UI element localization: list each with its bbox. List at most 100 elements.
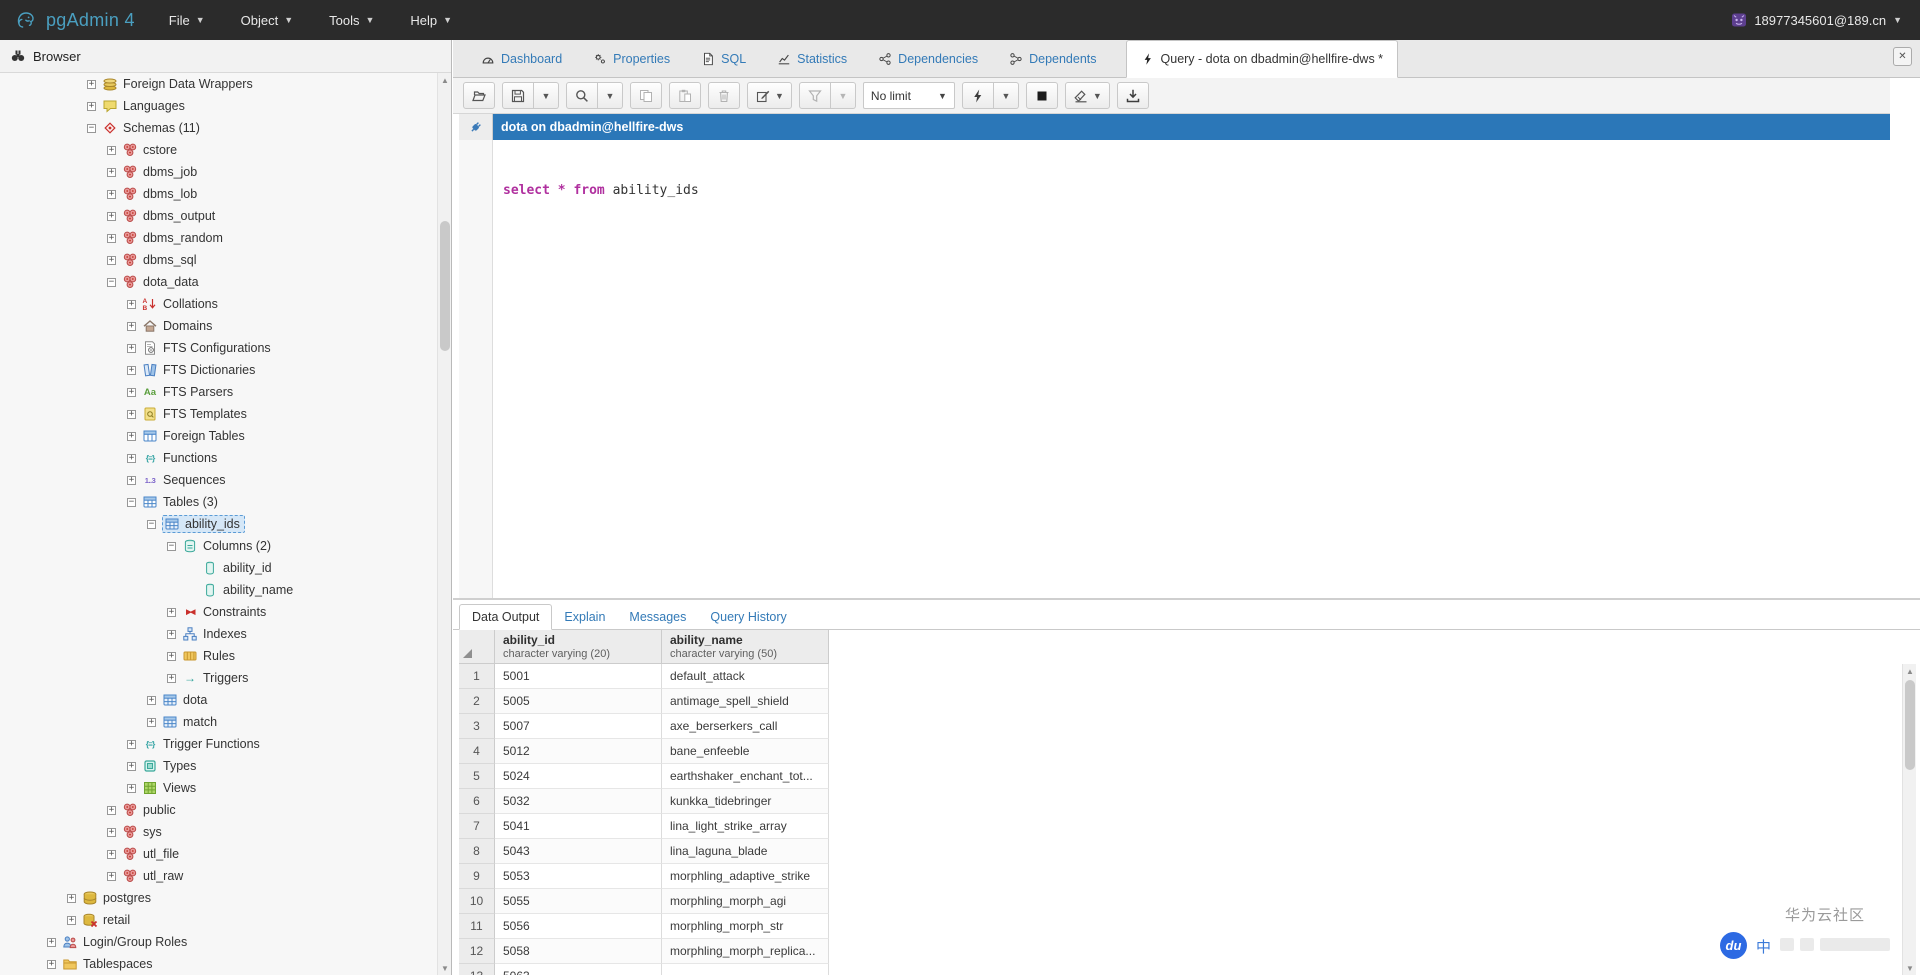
tree-item-sys[interactable]: + sys xyxy=(0,821,437,843)
grid-cell-ability_name[interactable]: lina_laguna_blade xyxy=(662,839,829,864)
expand-toggle-icon[interactable]: + xyxy=(107,827,116,837)
tab-data-output[interactable]: Data Output xyxy=(459,604,553,630)
expand-toggle-icon[interactable]: + xyxy=(107,805,116,815)
scroll-up-arrow[interactable]: ▲ xyxy=(1903,664,1917,678)
tree-item-dbms-lob[interactable]: + dbms_lob xyxy=(0,183,437,205)
expand-toggle-icon[interactable]: + xyxy=(167,629,176,639)
grid-cell-ability_id[interactable]: 5001 xyxy=(495,664,662,689)
tab-query-tool[interactable]: Query - dota on dbadmin@hellfire-dws * xyxy=(1125,40,1399,78)
expand-toggle-icon[interactable]: + xyxy=(127,783,136,793)
expand-toggle-icon[interactable]: + xyxy=(167,651,176,661)
collapse-toggle-icon[interactable]: − xyxy=(107,277,116,287)
expand-toggle-icon[interactable]: + xyxy=(127,321,136,331)
expand-toggle-icon[interactable]: + xyxy=(127,453,136,463)
tree-item-cstore[interactable]: + cstore xyxy=(0,139,437,161)
expand-toggle-icon[interactable]: + xyxy=(107,211,116,221)
expand-toggle-icon[interactable]: + xyxy=(127,299,136,309)
expand-toggle-icon[interactable]: + xyxy=(127,387,136,397)
filter-options-caret[interactable]: ▼ xyxy=(830,82,856,109)
tree-item-trigger-functions[interactable]: + {≡} Trigger Functions xyxy=(0,733,437,755)
expand-toggle-icon[interactable]: + xyxy=(47,937,56,947)
grid-cell-ability_id[interactable]: 5012 xyxy=(495,739,662,764)
expand-toggle-icon[interactable]: + xyxy=(107,145,116,155)
tree-item-postgres[interactable]: + postgres xyxy=(0,887,437,909)
tree-item-foreign-tables[interactable]: + Foreign Tables xyxy=(0,425,437,447)
grid-cell-ability_name[interactable]: default_attack xyxy=(662,664,829,689)
paste-button[interactable] xyxy=(669,82,701,109)
open-file-button[interactable] xyxy=(463,82,495,109)
grid-scrollbar[interactable]: ▲ ▼ xyxy=(1902,664,1916,975)
row-number[interactable]: 2 xyxy=(459,689,495,714)
connection-status-bar[interactable]: dota on dbadmin@hellfire-dws xyxy=(493,114,1890,140)
tree-item-dota-data[interactable]: − dota_data xyxy=(0,271,437,293)
grid-cell-ability_name[interactable]: lina_light_strike_array xyxy=(662,814,829,839)
tree-item-dbms-random[interactable]: + dbms_random xyxy=(0,227,437,249)
collapse-toggle-icon[interactable]: − xyxy=(87,123,96,133)
tree-scrollbar[interactable]: ▲ ▼ xyxy=(437,73,451,975)
expand-toggle-icon[interactable]: + xyxy=(127,343,136,353)
menu-help[interactable]: Help ▼ xyxy=(394,0,468,40)
tree-item-dbms-sql[interactable]: + dbms_sql xyxy=(0,249,437,271)
tab-dependents[interactable]: Dependents xyxy=(1007,40,1098,77)
clear-button[interactable]: ▼ xyxy=(1064,82,1110,109)
tree-item-schemas-11[interactable]: − Schemas (11) xyxy=(0,117,437,139)
tree-item-match[interactable]: + match xyxy=(0,711,437,733)
tab-statistics[interactable]: Statistics xyxy=(775,40,849,77)
expand-toggle-icon[interactable]: + xyxy=(127,365,136,375)
copy-button[interactable] xyxy=(630,82,662,109)
tree-item-domains[interactable]: + Domains xyxy=(0,315,437,337)
tree-item-dota[interactable]: + dota xyxy=(0,689,437,711)
expand-toggle-icon[interactable]: + xyxy=(127,761,136,771)
expand-toggle-icon[interactable]: + xyxy=(127,431,136,441)
tree-item-login-group-roles[interactable]: + Login/Group Roles xyxy=(0,931,437,953)
row-number[interactable]: 4 xyxy=(459,739,495,764)
tree-item-dbms-output[interactable]: + dbms_output xyxy=(0,205,437,227)
tab-explain[interactable]: Explain xyxy=(552,605,617,629)
collapse-toggle-icon[interactable]: − xyxy=(127,497,136,507)
row-limit-select[interactable]: No limit ▼ xyxy=(862,82,955,109)
row-number[interactable]: 9 xyxy=(459,864,495,889)
tab-query-history[interactable]: Query History xyxy=(698,605,798,629)
column-header-ability-name[interactable]: ability_name character varying (50) xyxy=(662,630,829,664)
menu-tools[interactable]: Tools ▼ xyxy=(313,0,390,40)
scrollbar-thumb[interactable] xyxy=(1905,680,1915,770)
menu-object[interactable]: Object ▼ xyxy=(225,0,310,40)
column-header-ability-id[interactable]: ability_id character varying (20) xyxy=(495,630,662,664)
grid-cell-ability_id[interactable]: 5055 xyxy=(495,889,662,914)
expand-toggle-icon[interactable]: + xyxy=(87,101,96,111)
grid-cell-ability_id[interactable]: 5007 xyxy=(495,714,662,739)
execute-options-caret[interactable]: ▼ xyxy=(993,82,1019,109)
scroll-up-arrow[interactable]: ▲ xyxy=(438,73,452,87)
row-number[interactable]: 7 xyxy=(459,814,495,839)
user-menu[interactable]: 18977345601@189.cn ▼ xyxy=(1731,12,1920,28)
expand-toggle-icon[interactable]: + xyxy=(107,167,116,177)
edit-menu-button[interactable]: ▼ xyxy=(747,82,792,109)
tree-item-functions[interactable]: + {≡} Functions xyxy=(0,447,437,469)
grid-cell-ability_name[interactable]: bane_enfeeble xyxy=(662,739,829,764)
scroll-down-arrow[interactable]: ▼ xyxy=(438,961,452,975)
tab-sql[interactable]: SQL xyxy=(699,40,748,77)
find-button[interactable] xyxy=(566,82,598,109)
expand-toggle-icon[interactable]: + xyxy=(107,233,116,243)
grid-cell-ability_name[interactable]: morphling_morph_str xyxy=(662,914,829,939)
tree-item-fts-parsers[interactable]: + Aa FTS Parsers xyxy=(0,381,437,403)
tree-item-dbms-job[interactable]: + dbms_job xyxy=(0,161,437,183)
tree-item-triggers[interactable]: + → Triggers xyxy=(0,667,437,689)
grid-cell-ability_id[interactable]: 5043 xyxy=(495,839,662,864)
grid-cell-ability_name[interactable]: morphling_morph_agi xyxy=(662,889,829,914)
tab-dashboard[interactable]: Dashboard xyxy=(479,40,564,77)
grid-cell-ability_name[interactable]: morphling_morph_replica... xyxy=(662,939,829,964)
select-all-corner[interactable] xyxy=(459,630,495,664)
tree-item-fts-configurations[interactable]: + FTS Configurations xyxy=(0,337,437,359)
expand-toggle-icon[interactable]: + xyxy=(167,673,176,683)
collapse-toggle-icon[interactable]: − xyxy=(167,541,176,551)
grid-cell-ability_name[interactable]: morphling_adaptive_strike xyxy=(662,864,829,889)
grid-cell-ability_id[interactable]: 5032 xyxy=(495,789,662,814)
tree-item-languages[interactable]: + Languages xyxy=(0,95,437,117)
expand-toggle-icon[interactable]: + xyxy=(147,695,156,705)
grid-cell-ability_name[interactable] xyxy=(662,964,829,975)
row-number[interactable]: 3 xyxy=(459,714,495,739)
scroll-down-arrow[interactable]: ▼ xyxy=(1903,961,1917,975)
tree-item-tables-3[interactable]: − Tables (3) xyxy=(0,491,437,513)
expand-toggle-icon[interactable]: + xyxy=(127,739,136,749)
